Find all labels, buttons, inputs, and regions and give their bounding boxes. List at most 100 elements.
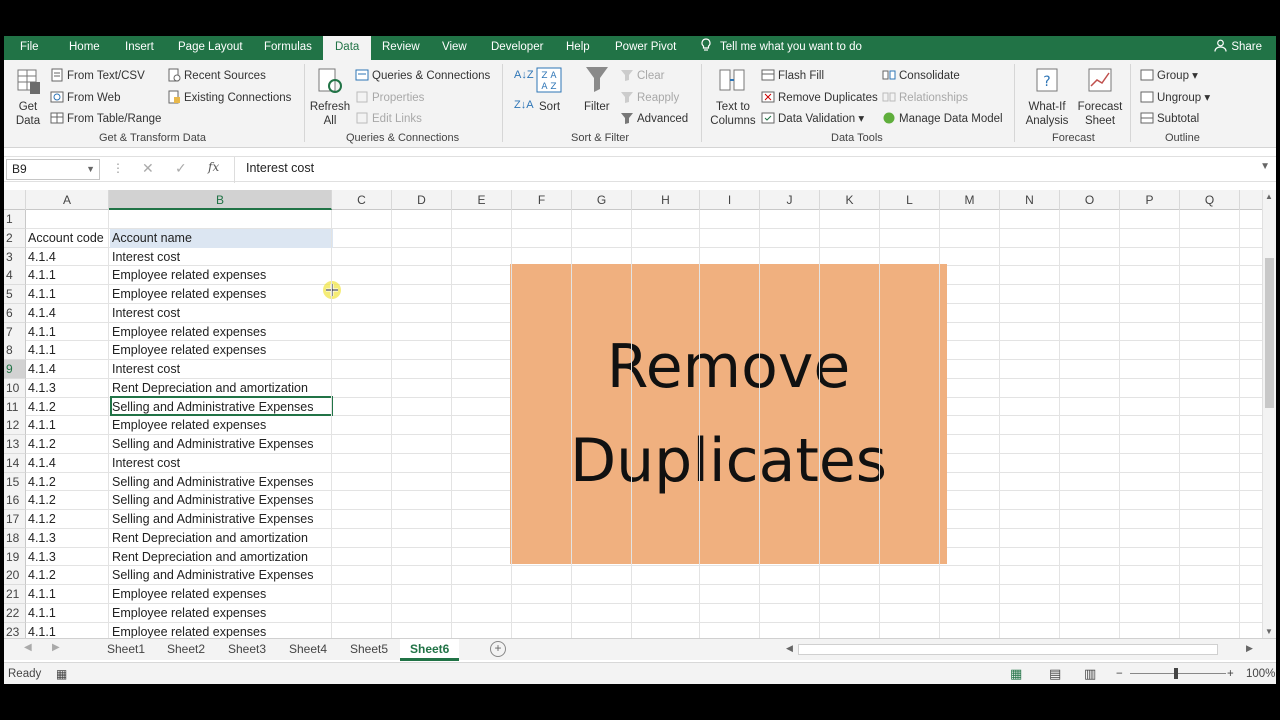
remove-duplicates-button[interactable]: Remove Duplicates (761, 90, 878, 105)
row-header-14[interactable]: 14 (4, 453, 26, 473)
expand-formula-icon[interactable]: ▼ (1260, 161, 1270, 172)
vertical-scrollbar[interactable]: ▲ ▼ (1262, 190, 1276, 638)
header-account-code[interactable]: Account code (26, 229, 109, 248)
tab-help[interactable]: Help (566, 36, 590, 60)
column-header-i[interactable]: I (700, 190, 760, 210)
tab-insert[interactable]: Insert (125, 36, 154, 60)
row-header-9[interactable]: 9 (4, 360, 26, 379)
cell-account-code[interactable]: 4.1.2 (26, 398, 109, 417)
cell-account-name[interactable]: Employee related expenses (110, 585, 333, 604)
zoom-level[interactable]: 100% (1246, 663, 1275, 684)
subtotal-button[interactable]: Subtotal (1140, 111, 1199, 126)
share-button[interactable]: Share (1214, 36, 1262, 60)
cell-account-code[interactable]: 4.1.2 (26, 510, 109, 529)
column-header-f[interactable]: F (512, 190, 572, 210)
tab-data[interactable]: Data (323, 36, 372, 60)
cell-account-name[interactable]: Selling and Administrative Expenses (110, 435, 333, 454)
cell-account-code[interactable]: 4.1.1 (26, 623, 109, 639)
enter-icon[interactable]: ✓ (175, 160, 187, 177)
page-break-view-icon[interactable]: ▥ (1084, 663, 1096, 684)
row-header-5[interactable]: 5 (4, 285, 26, 304)
cell-account-code[interactable]: 4.1.1 (26, 585, 109, 604)
column-header-j[interactable]: J (760, 190, 820, 210)
row-header-16[interactable]: 16 (4, 491, 26, 511)
cancel-icon[interactable]: ✕ (142, 160, 154, 177)
column-header-o[interactable]: O (1060, 190, 1120, 210)
row-header-2[interactable]: 2 (4, 228, 26, 248)
manage-data-model-button[interactable]: Manage Data Model (882, 111, 1003, 126)
cell-account-name[interactable]: Rent Depreciation and amortization (110, 548, 333, 567)
add-sheet-icon[interactable]: + (490, 641, 506, 657)
scroll-left-icon[interactable]: ◀ (786, 643, 793, 654)
scrollbar-thumb[interactable] (1265, 258, 1274, 408)
cell-account-name[interactable]: Employee related expenses (110, 323, 333, 342)
row-header-21[interactable]: 21 (4, 585, 26, 604)
cell-account-name[interactable]: Interest cost (110, 454, 333, 473)
row-header-15[interactable]: 15 (4, 472, 26, 492)
queries-connections-button[interactable]: Queries & Connections (355, 68, 490, 83)
zoom-slider[interactable] (1130, 673, 1226, 674)
column-header-g[interactable]: G (572, 190, 632, 210)
properties-button[interactable]: Properties (355, 90, 424, 105)
cell-account-code[interactable]: 4.1.1 (26, 323, 109, 342)
row-header-7[interactable]: 7 (4, 322, 26, 342)
column-header-d[interactable]: D (392, 190, 452, 210)
tab-home[interactable]: Home (69, 36, 100, 60)
recent-sources-button[interactable]: Recent Sources (167, 68, 266, 83)
row-header-20[interactable]: 20 (4, 566, 26, 586)
column-header-p[interactable]: P (1120, 190, 1180, 210)
cell-account-name[interactable]: Interest cost (110, 304, 333, 323)
flash-fill-button[interactable]: Flash Fill (761, 68, 824, 83)
row-header-12[interactable]: 12 (4, 416, 26, 436)
cell-account-code[interactable]: 4.1.3 (26, 529, 109, 548)
column-header-a[interactable]: A (26, 190, 109, 210)
page-layout-view-icon[interactable]: ▤ (1049, 663, 1061, 684)
sort-ascending-icon[interactable]: A↓Z (514, 68, 534, 82)
from-table-range-button[interactable]: From Table/Range (50, 111, 161, 126)
cell-account-code[interactable]: 4.1.1 (26, 285, 109, 304)
cell-account-name[interactable]: Interest cost (110, 248, 333, 267)
cell-account-code[interactable]: 4.1.2 (26, 435, 109, 454)
cell-account-code[interactable]: 4.1.4 (26, 304, 109, 323)
consolidate-button[interactable]: Consolidate (882, 68, 960, 83)
tab-view[interactable]: View (442, 36, 467, 60)
cell-account-name[interactable]: Employee related expenses (110, 416, 333, 435)
cell-account-name[interactable]: Selling and Administrative Expenses (110, 473, 333, 492)
formula-input[interactable]: Interest cost (246, 159, 314, 180)
column-header-n[interactable]: N (1000, 190, 1060, 210)
column-header-q[interactable]: Q (1180, 190, 1240, 210)
header-account-name[interactable]: Account name (110, 228, 333, 248)
chevron-down-icon[interactable]: ▼ (86, 160, 95, 179)
next-sheet-icon[interactable]: ▶ (52, 642, 60, 653)
normal-view-icon[interactable]: ▦ (1010, 663, 1022, 684)
scroll-right-icon[interactable]: ▶ (1246, 643, 1253, 654)
row-header-10[interactable]: 10 (4, 378, 26, 398)
column-header-e[interactable]: E (452, 190, 512, 210)
row-header-3[interactable]: 3 (4, 247, 26, 267)
row-header-4[interactable]: 4 (4, 266, 26, 286)
scroll-down-icon[interactable]: ▼ (1265, 627, 1273, 636)
existing-connections-button[interactable]: Existing Connections (167, 90, 291, 105)
sheet-tab-6[interactable]: Sheet6 (400, 639, 460, 661)
name-box[interactable]: B9 ▼ (6, 159, 100, 180)
cell-account-name[interactable]: Employee related expenses (110, 285, 333, 304)
sheet-tab-2[interactable]: Sheet2 (167, 639, 205, 661)
cell-account-name[interactable]: Selling and Administrative Expenses (110, 491, 333, 510)
cell-account-code[interactable]: 4.1.3 (26, 379, 109, 398)
sheet-tab-4[interactable]: Sheet4 (289, 639, 327, 661)
cell-account-code[interactable]: 4.1.1 (26, 604, 109, 623)
row-header-23[interactable]: 23 (4, 622, 26, 638)
tab-power-pivot[interactable]: Power Pivot (615, 36, 676, 60)
row-header-6[interactable]: 6 (4, 303, 26, 323)
tell-me-box[interactable]: Tell me what you want to do (700, 36, 862, 60)
cell-account-name[interactable]: Employee related expenses (110, 341, 333, 360)
reapply-button[interactable]: Reapply (620, 90, 679, 105)
cell-account-code[interactable]: 4.1.1 (26, 341, 109, 360)
worksheet-grid[interactable]: ABCDEFGHIJKLMNOPQ 1 2 Account code Account … (4, 190, 1262, 638)
cell-account-code[interactable]: 4.1.4 (26, 454, 109, 473)
row-header-13[interactable]: 13 (4, 435, 26, 454)
cell-account-name[interactable]: Selling and Administrative Expenses (110, 566, 333, 585)
cell-account-name[interactable]: Rent Depreciation and amortization (110, 529, 333, 548)
sort-descending-icon[interactable]: Z↓A (514, 98, 534, 112)
column-header-c[interactable]: C (332, 190, 392, 210)
